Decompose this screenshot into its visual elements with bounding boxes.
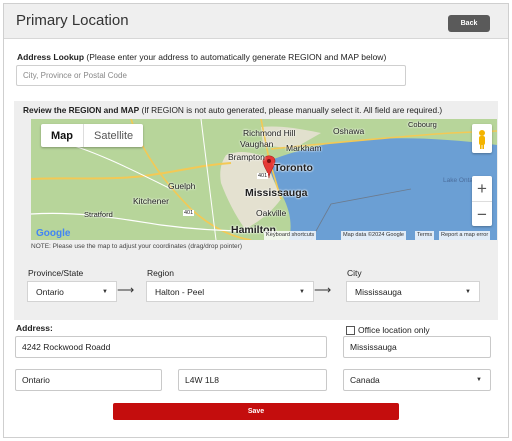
office-only-checkbox-wrap[interactable]: Office location only (346, 325, 430, 335)
office-only-label: Office location only (358, 325, 430, 335)
arrow-right-icon: ⟶ (117, 283, 135, 297)
map-label-vaughan: Vaughan (240, 139, 274, 149)
pegman-icon (479, 130, 485, 149)
map-data-attribution: Map data ©2024 Google (341, 231, 407, 240)
city-select[interactable]: Mississauga ▼ (346, 281, 480, 302)
map-label-mississauga: Mississauga (245, 187, 308, 199)
panel-header: Primary Location Back (4, 4, 508, 39)
map-label-guelph: Guelph (168, 181, 196, 191)
review-section: Review the REGION and MAP (If REGION is … (14, 101, 498, 320)
map-view[interactable]: Richmond Hill Oshawa Cobourg Vaughan Mar… (31, 119, 497, 240)
map-label-kitchener: Kitchener (133, 196, 169, 206)
chevron-down-icon: ▼ (102, 289, 108, 295)
google-logo-text: Google (36, 228, 71, 239)
province-select-value: Ontario (36, 286, 64, 297)
province-select[interactable]: Ontario ▼ (27, 281, 117, 302)
country-select-value: Canada (350, 375, 380, 385)
google-logo: Google (36, 228, 70, 239)
review-title: Review the REGION and MAP (If REGION is … (23, 105, 442, 115)
postal-code-input[interactable]: L4W 1L8 (178, 369, 327, 391)
primary-location-panel: Primary Location Back Address Lookup (Pl… (3, 3, 509, 438)
map-label-brampton: Brampton (228, 152, 265, 162)
map-label-markham: Markham (286, 143, 322, 153)
country-select[interactable]: Canada ▼ (343, 369, 491, 391)
map-type-map-button[interactable]: Map (41, 124, 84, 147)
map-note: NOTE: Please use the map to adjust your … (31, 243, 242, 250)
map-label-hwy-401: 401 (257, 173, 269, 179)
save-button[interactable]: Save (113, 403, 399, 420)
chevron-down-icon: ▼ (476, 377, 482, 383)
region-select[interactable]: Halton - Peel ▼ (146, 281, 314, 302)
street-view-pegman[interactable] (472, 124, 492, 153)
back-button[interactable]: Back (448, 15, 490, 32)
page-title: Primary Location (16, 12, 129, 29)
office-only-checkbox[interactable] (346, 325, 355, 335)
address-label: Address: (16, 323, 53, 333)
review-title-bold: Review the REGION and MAP (23, 105, 140, 115)
zoom-in-button[interactable]: + (472, 176, 492, 202)
city-input[interactable]: Mississauga (343, 336, 491, 358)
province-input[interactable]: Ontario (15, 369, 162, 391)
keyboard-shortcuts-link[interactable]: Keyboard shortcuts (264, 231, 317, 240)
arrow-right-icon: ⟶ (314, 283, 332, 297)
province-label: Province/State (28, 268, 84, 278)
address-lookup-label: Address Lookup (Please enter your addres… (17, 52, 386, 62)
region-select-value: Halton - Peel (155, 286, 205, 297)
map-type-control: Map Satellite (41, 124, 144, 147)
report-map-error-link[interactable]: Report a map error (439, 231, 491, 240)
map-label-richmond-hill: Richmond Hill (243, 128, 296, 138)
address-lookup-input[interactable] (16, 65, 406, 86)
address-lookup-label-hint: (Please enter your address to automatica… (84, 52, 387, 62)
address-lookup-label-bold: Address Lookup (17, 52, 85, 62)
zoom-out-button[interactable]: − (472, 202, 492, 227)
terms-link[interactable]: Terms (415, 231, 435, 240)
map-label-oshawa: Oshawa (333, 126, 365, 136)
map-label-hwy-401b: 401 (183, 210, 195, 216)
map-label-toronto: Toronto (274, 162, 313, 174)
city-select-value: Mississauga (355, 286, 402, 297)
zoom-control: + − (472, 176, 492, 226)
street-address-input[interactable]: 4242 Rockwood Roadd (15, 336, 327, 358)
map-label-stratford: Stratford (84, 210, 113, 219)
map-type-satellite-button[interactable]: Satellite (84, 124, 143, 147)
map-footer: Google Keyboard shortcuts Map data ©2024… (31, 228, 497, 240)
chevron-down-icon: ▼ (299, 289, 305, 295)
region-label: Region (147, 268, 174, 278)
review-title-hint: (If REGION is not auto generated, please… (139, 105, 443, 115)
map-label-cobourg: Cobourg (408, 120, 437, 129)
city-label: City (347, 268, 362, 278)
map-label-oakville: Oakville (256, 208, 287, 218)
chevron-down-icon: ▼ (465, 289, 471, 295)
